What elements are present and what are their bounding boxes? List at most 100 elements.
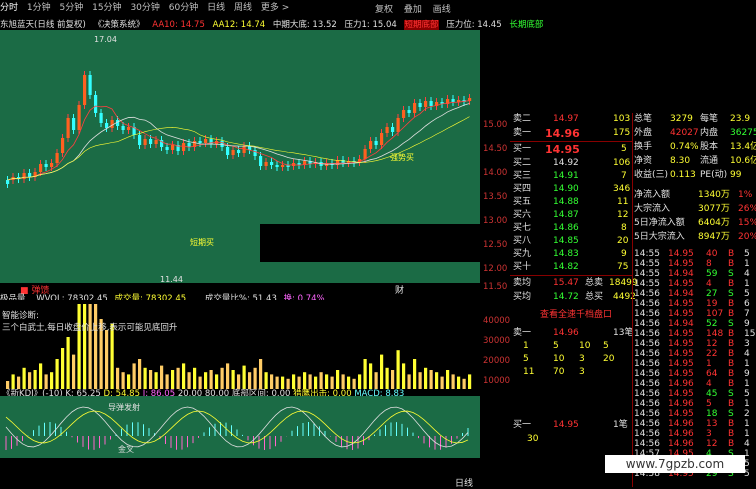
candle-body [391, 127, 395, 132]
volume-bar [160, 365, 164, 389]
volume-bar [72, 354, 76, 389]
high-price-label: 17.04 [94, 35, 117, 44]
candle-body [77, 105, 81, 130]
candle-body [83, 75, 87, 105]
buy-row: 买九 14.83 9 [513, 249, 627, 259]
axis-label: 12.00 [483, 264, 508, 274]
tab-week[interactable]: 周线 [234, 3, 252, 13]
tick-row: 14:56 14.95 18 S 2 [634, 409, 750, 419]
candle-body [380, 133, 384, 145]
tab-30min[interactable]: 30分钟 [130, 3, 159, 13]
buy-row: 买五 14.88 11 [513, 197, 629, 207]
candle-body [413, 103, 417, 113]
vol-axis-label: 30000 [483, 336, 511, 346]
overlay-button[interactable]: 叠加 [404, 5, 422, 15]
candle-body [259, 156, 263, 166]
tick-row: 14:56 14.96 5 B 1 [634, 399, 750, 409]
candle-body [385, 127, 389, 133]
volume-bar [429, 370, 433, 389]
tick-row: 14:55 14.95 40 B 5 [634, 249, 750, 259]
volume-bar [226, 363, 230, 389]
smart-text: 三个白武士,每日收盘价上移,表示可能见底回升 [2, 323, 178, 333]
tick-row: 14:56 14.95 64 B 9 [634, 369, 750, 379]
volume-bar [407, 374, 411, 389]
tab-more[interactable]: 更多 > [261, 3, 289, 13]
candle-body [143, 139, 147, 145]
sell-one-detail: 卖一 14.96 13笔 [513, 328, 634, 338]
volume-bar [220, 367, 224, 389]
column-divider [632, 113, 633, 487]
candle-body [204, 139, 208, 143]
volume-bar [182, 363, 186, 389]
volume-bar [446, 370, 450, 389]
tick-row: 14:56 14.95 1 B 1 [634, 359, 750, 369]
candle-body [22, 173, 26, 179]
tab-day[interactable]: 日线 [207, 3, 225, 13]
tick-row: 14:55 14.94 59 S 4 [634, 269, 750, 279]
candle-body [39, 164, 43, 172]
kdj-bars [5, 422, 469, 450]
candle-body [28, 173, 32, 177]
flow-row: 净流入额 1340万 1% [634, 190, 753, 200]
candle-body [138, 135, 142, 145]
candle-body [165, 147, 169, 150]
stat-row: 总笔 3279 每笔 23.9 [634, 114, 751, 124]
buy-row: 买八 14.85 20 [513, 236, 629, 246]
short-bottom-label: 短期底部 [404, 20, 439, 30]
kdj-chart[interactable]: 导弹发射 金叉 [0, 396, 480, 458]
draw-button[interactable]: 画线 [433, 5, 451, 15]
tab-60min[interactable]: 60分钟 [169, 3, 198, 13]
volume-bar [55, 359, 59, 389]
candle-body [220, 141, 224, 147]
volume-bar [468, 374, 472, 389]
tick-row: 14:56 14.95 19 B 6 [634, 299, 750, 309]
tab-1min[interactable]: 1分钟 [27, 3, 51, 13]
fuquan-button[interactable]: 复权 [375, 5, 393, 15]
volume-bar [435, 372, 439, 389]
tick-row: 14:56 14.95 148 B 15 [634, 329, 756, 339]
volume-bar [385, 367, 389, 389]
strong-buy-label: 强势买 [390, 152, 414, 162]
candle-body [231, 150, 235, 155]
volume-bar [39, 363, 43, 389]
tab-fenshi[interactable]: 分时 [0, 3, 18, 13]
golden-label: 金叉 [118, 444, 134, 454]
buy-row: 买一 14.95 5 [513, 143, 627, 156]
volume-bar [110, 323, 114, 389]
indicator-infobar: 东旭蓝天(日线 前复权) 《决策系统》 AA10: 14.75 AA12: 14… [0, 18, 543, 30]
tick-row: 14:56 14.95 12 B 3 [634, 339, 750, 349]
candle-body [281, 165, 285, 167]
tab-5min[interactable]: 5分钟 [60, 3, 84, 13]
volume-bar [242, 365, 246, 389]
candle-body [275, 165, 279, 167]
depth-link[interactable]: 查看全速千档盘口 [540, 309, 612, 322]
candle-body [110, 120, 114, 128]
buy-row: 买二 14.92 106 [513, 158, 631, 168]
tick-row: 14:56 14.96 3 B 1 [634, 429, 750, 439]
avg-buy-row: 买均 14.72 总买 4492 [513, 292, 636, 302]
mid-bottom-value: 中期大底: 13.52 [272, 20, 337, 30]
order-queue-row: 30 [527, 434, 539, 444]
candle-body [363, 149, 367, 159]
candle-body [198, 141, 202, 143]
candle-body [55, 153, 59, 163]
candle-body [154, 140, 158, 144]
stat-row: 收益(三) 0.113 PE(动) 99 [634, 170, 742, 180]
candle-body [424, 101, 428, 107]
candle-body [61, 138, 65, 153]
volume-bar [253, 367, 257, 389]
candle-body [369, 141, 373, 149]
buy-row: 买四 14.90 346 [513, 184, 631, 194]
sell-row: 卖二 14.97 103 [513, 114, 631, 124]
volume-bar [451, 374, 455, 389]
volume-bar [402, 363, 406, 389]
smart-title: 智能诊断: [2, 311, 39, 321]
order-queue-row: 11 70 3 [523, 367, 585, 377]
buy-row: 买七 14.86 8 [513, 223, 627, 233]
flow-row: 5日净流入额6404万15% [634, 218, 756, 228]
candle-body [187, 143, 191, 147]
flow-row: 5日大宗流入8947万20% [634, 232, 756, 242]
tick-row: 14:55 14.95 8 B 1 [634, 259, 750, 269]
tick-row: 14:56 14.95 22 B 4 [634, 349, 750, 359]
tab-15min[interactable]: 15分钟 [92, 3, 121, 13]
